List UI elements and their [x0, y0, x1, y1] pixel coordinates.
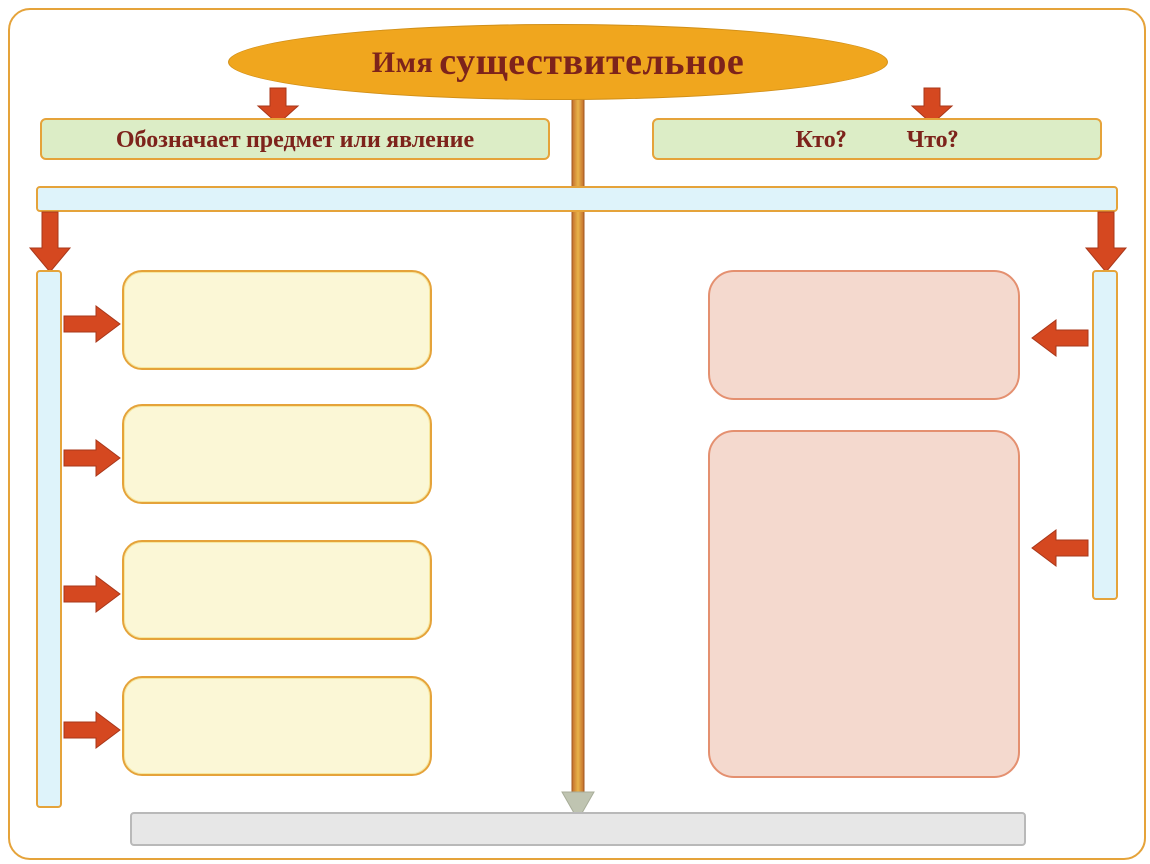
- bottom-bar: [130, 812, 1026, 846]
- horizontal-connector-bar: [36, 186, 1118, 212]
- right-connector-bar: [1092, 270, 1118, 600]
- yellow-slot-2: [122, 404, 432, 504]
- yellow-slot-3: [122, 540, 432, 640]
- pink-slot-2: [708, 430, 1020, 778]
- yellow-slot-4: [122, 676, 432, 776]
- question-who: Кто?: [795, 125, 846, 154]
- left-connector-bar: [36, 270, 62, 808]
- arrow-right-3-icon: [64, 576, 122, 612]
- arrow-left-1-icon: [1030, 320, 1088, 356]
- title-ellipse: Имя существительное: [228, 24, 888, 100]
- arrow-right-2-icon: [64, 440, 122, 476]
- pink-slot-1: [708, 270, 1020, 400]
- arrow-left-2-icon: [1030, 530, 1088, 566]
- questions-box: Кто? Что?: [652, 118, 1102, 160]
- yellow-slot-1: [122, 270, 432, 370]
- definition-label: Обозначает предмет или явление: [116, 125, 474, 154]
- definition-box: Обозначает предмет или явление: [40, 118, 550, 160]
- diagram-frame: Имя существительное Обозначает предмет и…: [8, 8, 1146, 860]
- arrow-right-1-icon: [64, 306, 122, 342]
- title-main: существительное: [439, 40, 744, 84]
- arrow-down-to-left-column-icon: [28, 212, 72, 274]
- arrow-down-to-right-column-icon: [1084, 212, 1128, 274]
- question-what: Что?: [907, 125, 959, 154]
- arrow-right-4-icon: [64, 712, 122, 748]
- title-prefix: Имя: [372, 45, 434, 80]
